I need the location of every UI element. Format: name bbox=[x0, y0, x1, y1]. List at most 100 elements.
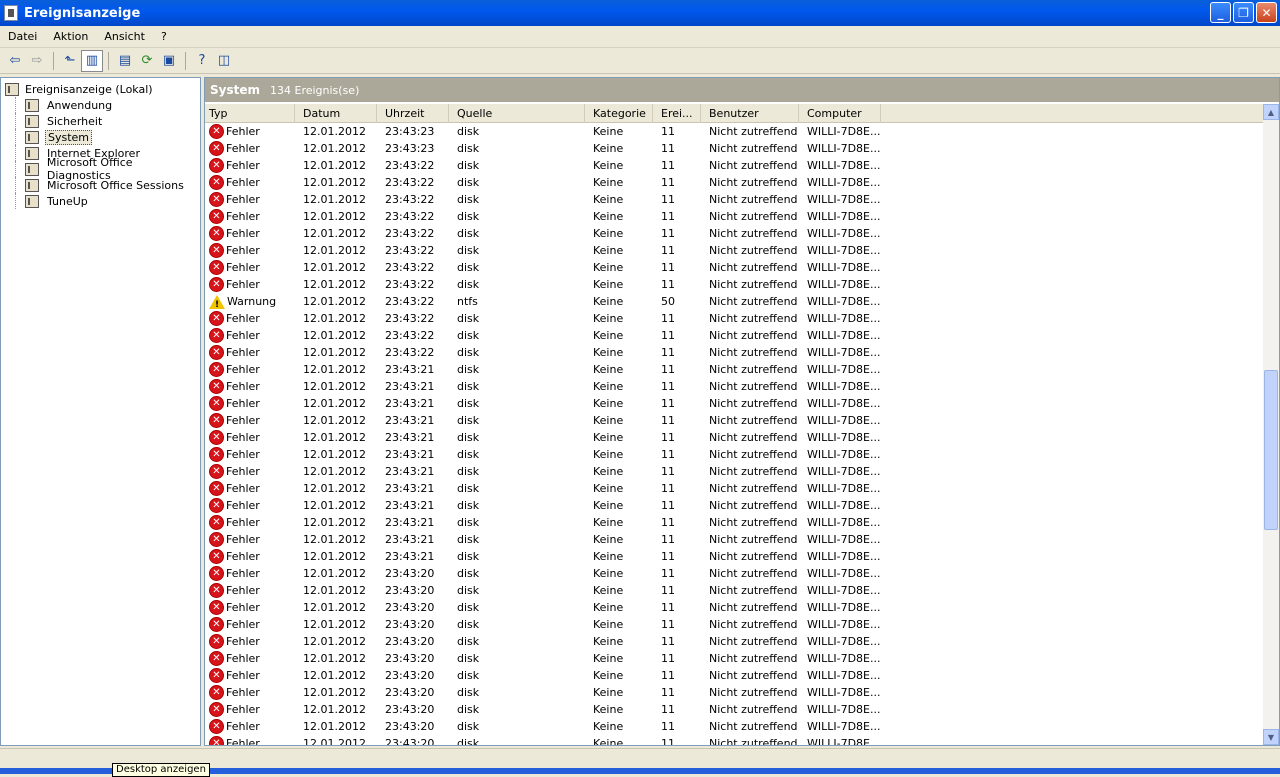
cell: WILLI-7D8E... bbox=[807, 159, 881, 172]
cell: 11 bbox=[661, 703, 675, 716]
cell: Keine bbox=[593, 380, 624, 393]
error-icon: ✕ bbox=[209, 719, 224, 734]
column-header-benutzer[interactable]: Benutzer bbox=[701, 104, 799, 123]
column-header-uhrzeit[interactable]: Uhrzeit bbox=[377, 104, 449, 123]
column-header-datum[interactable]: Datum bbox=[295, 104, 377, 123]
table-row[interactable]: ✕ Fehler 12.01.2012 23:43:20 disk Keine 11 Nich… bbox=[205, 735, 1265, 745]
table-row[interactable]: ✕ Fehler 12.01.2012 23:43:22 disk Keine 11 Nich… bbox=[205, 157, 1265, 174]
tree-item-office-diagnostics[interactable]: Microsoft Office Diagnostics bbox=[1, 156, 200, 182]
column-header-ereignis[interactable]: Erei... bbox=[653, 104, 701, 123]
scroll-thumb[interactable] bbox=[1264, 370, 1278, 530]
cell: WILLI-7D8E... bbox=[807, 652, 881, 665]
tree-item-tuneup[interactable]: TuneUp bbox=[1, 193, 200, 209]
table-row[interactable]: ✕ Fehler 12.01.2012 23:43:22 disk Keine 11 Nich… bbox=[205, 344, 1265, 361]
table-row[interactable]: ✕ Fehler 12.01.2012 23:43:21 disk Keine 11 Nich… bbox=[205, 429, 1265, 446]
minimize-button[interactable]: _ bbox=[1210, 2, 1231, 23]
table-row[interactable]: ✕ Fehler 12.01.2012 23:43:20 disk Keine 11 Nich… bbox=[205, 633, 1265, 650]
tree-item-office-sessions[interactable]: Microsoft Office Sessions bbox=[1, 177, 200, 193]
cell-typ-label: Fehler bbox=[226, 516, 260, 529]
cell-typ-label: Fehler bbox=[226, 210, 260, 223]
column-header-typ[interactable]: Typ bbox=[205, 104, 295, 123]
table-row[interactable]: ✕ Fehler 12.01.2012 23:43:20 disk Keine 11 Nich… bbox=[205, 650, 1265, 667]
table-row[interactable]: ✕ Fehler 12.01.2012 23:43:22 disk Keine 11 Nich… bbox=[205, 310, 1265, 327]
tree-item-sicherheit[interactable]: Sicherheit bbox=[1, 113, 200, 129]
table-row[interactable]: ✕ Fehler 12.01.2012 23:43:22 disk Keine 11 Nich… bbox=[205, 242, 1265, 259]
table-row[interactable]: ✕ Fehler 12.01.2012 23:43:21 disk Keine 11 Nich… bbox=[205, 378, 1265, 395]
table-row[interactable]: ✕ Fehler 12.01.2012 23:43:20 disk Keine 11 Nich… bbox=[205, 616, 1265, 633]
forward-icon[interactable]: ⇨ bbox=[26, 50, 48, 72]
vertical-scrollbar[interactable]: ▲ ▼ bbox=[1263, 104, 1279, 745]
up-folder-icon[interactable]: ⬑ bbox=[59, 50, 81, 72]
cell: 12.01.2012 bbox=[303, 448, 366, 461]
column-header-kategorie[interactable]: Kategorie bbox=[585, 104, 653, 123]
cell-typ: ✕ Fehler bbox=[205, 531, 295, 548]
table-row[interactable]: ✕ Fehler 12.01.2012 23:43:20 disk Keine 11 Nich… bbox=[205, 667, 1265, 684]
menu-help[interactable]: ? bbox=[153, 30, 175, 43]
tree-item-label: Anwendung bbox=[47, 98, 113, 112]
table-row[interactable]: ✕ Fehler 12.01.2012 23:43:23 disk Keine 11 Nich… bbox=[205, 123, 1265, 140]
refresh-icon[interactable]: ⟳ bbox=[136, 50, 158, 72]
tree-item-system[interactable]: System bbox=[1, 129, 200, 145]
cell: 11 bbox=[661, 125, 675, 138]
help-icon[interactable]: ? bbox=[191, 50, 213, 72]
cell: 23:43:21 bbox=[385, 499, 435, 512]
column-header-computer[interactable]: Computer bbox=[799, 104, 881, 123]
cell: disk bbox=[457, 142, 480, 155]
table-row[interactable]: ✕ Fehler 12.01.2012 23:43:21 disk Keine 11 Nich… bbox=[205, 497, 1265, 514]
table-row[interactable]: ✕ Fehler 12.01.2012 23:43:20 disk Keine 11 Nich… bbox=[205, 565, 1265, 582]
table-row[interactable]: ✕ Fehler 12.01.2012 23:43:20 disk Keine 11 Nich… bbox=[205, 718, 1265, 735]
error-icon: ✕ bbox=[209, 430, 224, 445]
table-row[interactable]: ✕ Fehler 12.01.2012 23:43:21 disk Keine 11 Nich… bbox=[205, 395, 1265, 412]
show-hide-tree-icon[interactable]: ▥ bbox=[81, 49, 103, 72]
restore-button[interactable]: ❐ bbox=[1233, 2, 1254, 23]
table-row[interactable]: ✕ Fehler 12.01.2012 23:43:20 disk Keine 11 Nich… bbox=[205, 684, 1265, 701]
table-row[interactable]: ✕ Fehler 12.01.2012 23:43:22 disk Keine 11 Nich… bbox=[205, 259, 1265, 276]
table-row[interactable]: ✕ Fehler 12.01.2012 23:43:22 disk Keine 11 Nich… bbox=[205, 208, 1265, 225]
scroll-up-icon[interactable]: ▲ bbox=[1263, 104, 1279, 120]
table-row[interactable]: ✕ Fehler 12.01.2012 23:43:21 disk Keine 11 Nich… bbox=[205, 463, 1265, 480]
cell: 23:43:22 bbox=[385, 244, 435, 257]
table-row[interactable]: ✕ Fehler 12.01.2012 23:43:22 disk Keine 11 Nich… bbox=[205, 276, 1265, 293]
cell: Nicht zutreffend bbox=[709, 737, 798, 745]
close-button[interactable]: ✕ bbox=[1256, 2, 1277, 23]
cell: WILLI-7D8E... bbox=[807, 737, 881, 745]
table-row[interactable]: ✕ Fehler 12.01.2012 23:43:20 disk Keine 11 Nich… bbox=[205, 582, 1265, 599]
properties-icon[interactable]: ▤ bbox=[114, 50, 136, 72]
table-row[interactable]: ✕ Fehler 12.01.2012 23:43:20 disk Keine 11 Nich… bbox=[205, 701, 1265, 718]
table-row[interactable]: ✕ Fehler 12.01.2012 23:43:20 disk Keine 11 Nich… bbox=[205, 599, 1265, 616]
tree-item-anwendung[interactable]: Anwendung bbox=[1, 97, 200, 113]
cell: Keine bbox=[593, 244, 624, 257]
tree-root[interactable]: Ereignisanzeige (Lokal) bbox=[1, 81, 200, 97]
table-row[interactable]: ✕ Fehler 12.01.2012 23:43:21 disk Keine 11 Nich… bbox=[205, 480, 1265, 497]
table-row[interactable]: ✕ Fehler 12.01.2012 23:43:21 disk Keine 11 Nich… bbox=[205, 446, 1265, 463]
table-row[interactable]: ✕ Fehler 12.01.2012 23:43:22 disk Keine 11 Nich… bbox=[205, 174, 1265, 191]
export-list-icon[interactable]: ▣ bbox=[158, 50, 180, 72]
menu-aktion[interactable]: Aktion bbox=[45, 30, 96, 43]
table-row[interactable]: Warnung 12.01.2012 23:43:22 ntfs Keine 50 Nich… bbox=[205, 293, 1265, 310]
cell-typ-label: Fehler bbox=[226, 567, 260, 580]
toolbar-separator bbox=[108, 51, 109, 70]
table-row[interactable]: ✕ Fehler 12.01.2012 23:43:21 disk Keine 11 Nich… bbox=[205, 514, 1265, 531]
table-row[interactable]: ✕ Fehler 12.01.2012 23:43:22 disk Keine 11 Nich… bbox=[205, 191, 1265, 208]
cell: Keine bbox=[593, 193, 624, 206]
table-row[interactable]: ✕ Fehler 12.01.2012 23:43:23 disk Keine 11 Nich… bbox=[205, 140, 1265, 157]
table-row[interactable]: ✕ Fehler 12.01.2012 23:43:22 disk Keine 11 Nich… bbox=[205, 225, 1265, 242]
table-row[interactable]: ✕ Fehler 12.01.2012 23:43:21 disk Keine 11 Nich… bbox=[205, 412, 1265, 429]
table-row[interactable]: ✕ Fehler 12.01.2012 23:43:22 disk Keine 11 Nich… bbox=[205, 327, 1265, 344]
scroll-down-icon[interactable]: ▼ bbox=[1263, 729, 1279, 745]
console-tree-icon[interactable]: ◫ bbox=[213, 50, 235, 72]
cell: 12.01.2012 bbox=[303, 584, 366, 597]
menu-datei[interactable]: Datei bbox=[0, 30, 45, 43]
menu-ansicht[interactable]: Ansicht bbox=[96, 30, 153, 43]
table-row[interactable]: ✕ Fehler 12.01.2012 23:43:21 disk Keine 11 Nich… bbox=[205, 361, 1265, 378]
event-viewer-app-icon[interactable] bbox=[4, 5, 18, 21]
cell: Keine bbox=[593, 601, 624, 614]
error-icon: ✕ bbox=[209, 209, 224, 224]
back-icon[interactable]: ⇦ bbox=[4, 50, 26, 72]
table-row[interactable]: ✕ Fehler 12.01.2012 23:43:21 disk Keine 11 Nich… bbox=[205, 531, 1265, 548]
cell: 11 bbox=[661, 601, 675, 614]
column-header-quelle[interactable]: Quelle bbox=[449, 104, 585, 123]
menu-bar: Datei Aktion Ansicht ? bbox=[0, 26, 1280, 48]
error-icon: ✕ bbox=[209, 175, 224, 190]
table-row[interactable]: ✕ Fehler 12.01.2012 23:43:21 disk Keine 11 Nich… bbox=[205, 548, 1265, 565]
